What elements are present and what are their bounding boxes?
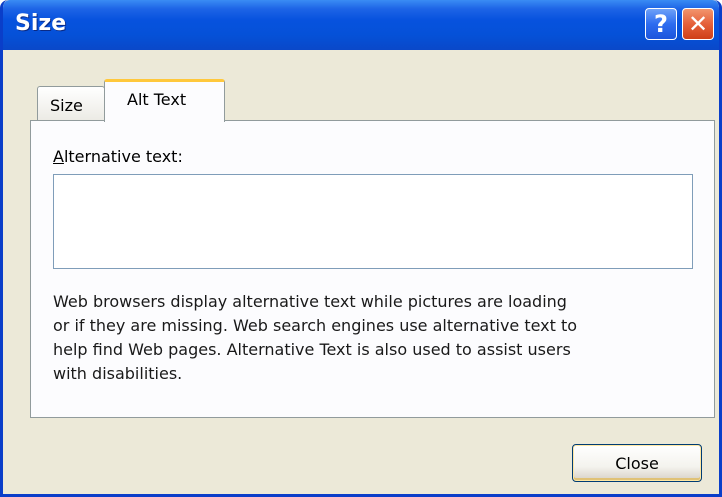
tab-size[interactable]: Size — [37, 86, 105, 120]
dialog-title: Size — [15, 11, 67, 36]
tab-size-label: Size — [50, 96, 83, 115]
size-dialog: Size ? ✕ Size Alt Text Alternative text:… — [0, 0, 722, 497]
close-icon: ✕ — [687, 10, 709, 38]
alt-text-description: Web browsers display alternative text wh… — [53, 292, 578, 383]
label-rest: lternative text: — [63, 147, 183, 166]
close-button[interactable]: Close — [572, 444, 702, 482]
title-bar[interactable]: Size ? ✕ — [3, 0, 719, 50]
tab-alt-text[interactable]: Alt Text — [104, 79, 225, 122]
alt-text-panel: Alternative text: Web browsers display a… — [30, 120, 715, 418]
alternative-text-input[interactable] — [53, 174, 693, 269]
help-button[interactable]: ? — [645, 8, 677, 40]
close-window-button[interactable]: ✕ — [682, 8, 714, 40]
alternative-text-label: Alternative text: — [53, 147, 183, 166]
tab-alt-text-label: Alt Text — [127, 90, 187, 109]
question-mark-icon: ? — [654, 10, 668, 38]
access-key: A — [53, 147, 64, 166]
